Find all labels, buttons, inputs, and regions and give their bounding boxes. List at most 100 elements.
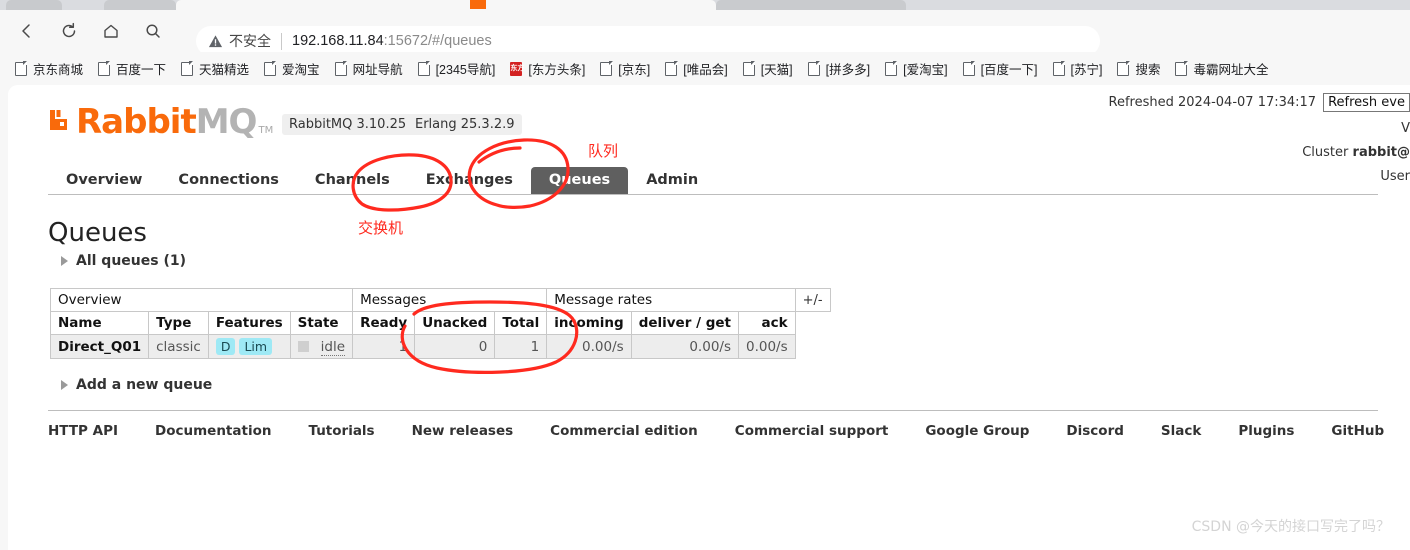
browser-window: 不安全 192.168.11.84:15672/#/queues C (0, 0, 1410, 550)
page-icon (665, 61, 678, 76)
cell-queue-features: D Lim (207, 334, 291, 359)
column-header-ready[interactable]: Ready (352, 311, 416, 335)
bookmark-item[interactable]: 东方 [东方头条] (503, 57, 592, 81)
column-header-features[interactable]: Features (207, 311, 291, 335)
bookmark-label: 天猫精选 (199, 63, 250, 77)
bookmark-label: [唯品会] (683, 63, 728, 77)
bookmark-item[interactable]: [唯品会] (658, 57, 734, 81)
annotation-queue-text: 队列 (588, 142, 619, 160)
queues-table: Overview Messages Message rates +/- Name Type… (49, 288, 831, 359)
page-icon (1117, 61, 1130, 76)
nav-tab-admin[interactable]: Admin (628, 167, 716, 194)
bookmark-item[interactable]: 搜索 (1110, 57, 1167, 81)
bookmark-item[interactable]: [苏宁] (1046, 57, 1110, 81)
browser-tab[interactable] (104, 0, 176, 10)
annotation-exchange-text: 交换机 (358, 219, 404, 237)
bookmark-item[interactable]: [拼多多] (801, 57, 877, 81)
bookmark-label: [2345导航] (435, 63, 496, 77)
all-queues-label: All queues (1) (76, 253, 186, 269)
csdn-watermark: CSDN @今天的接口写完了吗？ (1191, 519, 1390, 535)
page-title: Queues (48, 218, 147, 248)
feature-badge: Lim (239, 338, 273, 355)
rabbitmq-logo-mark (48, 107, 74, 133)
nav-tab-exchanges[interactable]: Exchanges (408, 167, 531, 194)
logo-tm: TM (258, 125, 274, 136)
bookmark-label: [东方头条] (528, 63, 586, 77)
page-icon (1175, 61, 1188, 76)
cluster-name: rabbit@ (1352, 145, 1410, 160)
bookmark-item[interactable]: [百度一下] (956, 57, 1045, 81)
browser-toolbar: 不安全 192.168.11.84:15672/#/queues C (0, 10, 1410, 56)
table-group-header: Message rates (546, 288, 796, 312)
footer-link-new-releases[interactable]: New releases (412, 423, 514, 439)
footer-link-google-group[interactable]: Google Group (925, 423, 1029, 439)
reload-button[interactable] (56, 18, 82, 44)
bookmark-item[interactable]: 爱淘宝 (257, 57, 327, 81)
footer-link-documentation[interactable]: Documentation (155, 423, 271, 439)
spacer-cell (795, 312, 830, 335)
bookmark-item[interactable]: [2345导航] (411, 57, 503, 81)
search-icon[interactable] (140, 18, 166, 44)
back-button[interactable] (14, 18, 40, 44)
site-favicon: 东方 (510, 61, 524, 76)
bookmark-item[interactable]: [京东] (593, 57, 657, 81)
nav-tab-connections[interactable]: Connections (160, 167, 297, 194)
browser-tab-strip[interactable] (0, 0, 1410, 10)
column-header-ack[interactable]: ack (737, 311, 796, 335)
footer-link-github[interactable]: GitHub (1331, 423, 1384, 439)
bookmark-label: 京东商城 (33, 63, 84, 77)
all-queues-collapser[interactable]: All queues (1) (61, 253, 186, 269)
bookmark-item[interactable]: [天猫] (736, 57, 800, 81)
cell-queue-name[interactable]: Direct_Q01 (49, 334, 150, 359)
footer-link-http-api[interactable]: HTTP API (48, 423, 118, 439)
nav-tab-queues[interactable]: Queues (530, 167, 629, 194)
bookmark-item[interactable]: 毒霸网址大全 (1168, 57, 1275, 81)
page-icon (742, 61, 756, 76)
column-header-name[interactable]: Name (49, 311, 150, 335)
state-label: idle (320, 338, 346, 356)
cell-messages-ready: 1 (352, 334, 416, 359)
logo-text-bold: Rabbit (76, 102, 197, 142)
refresh-interval-select[interactable]: Refresh eve (1323, 93, 1410, 112)
cell-messages-total: 1 (494, 334, 548, 359)
bookmark-item[interactable]: 天猫精选 (174, 57, 256, 81)
home-button[interactable] (98, 18, 124, 44)
table-group-header-row: Overview Messages Message rates +/- (49, 288, 831, 312)
version-badge-rabbitmq: RabbitMQ 3.10.25 (282, 114, 414, 135)
column-header-incoming[interactable]: incoming (546, 311, 632, 335)
bookmark-label: [京东] (618, 63, 651, 77)
tab-favicon (470, 0, 486, 9)
column-header-total[interactable]: Total (494, 311, 548, 335)
column-header-unacked[interactable]: Unacked (414, 311, 496, 335)
rabbitmq-logo[interactable]: RabbitMQ TM (48, 105, 273, 139)
table-group-header: Messages (352, 288, 548, 312)
browser-tab[interactable] (716, 0, 906, 10)
virtual-host-row[interactable]: V (1070, 121, 1410, 136)
footer-link-commercial-support[interactable]: Commercial support (735, 423, 889, 439)
rabbitmq-management-page: RabbitMQ TM RabbitMQ 3.10.25 Erlang 25.3… (8, 85, 1410, 550)
footer-link-tutorials[interactable]: Tutorials (308, 423, 374, 439)
cell-messages-unacked: 0 (414, 334, 496, 359)
nav-tab-channels[interactable]: Channels (297, 167, 408, 194)
state-indicator-box (297, 341, 309, 352)
bookmark-label: [拼多多] (825, 63, 871, 77)
column-header-type[interactable]: Type (148, 311, 209, 335)
column-header-deliver-get[interactable]: deliver / get (630, 311, 739, 335)
add-queue-collapser[interactable]: Add a new queue (61, 377, 212, 393)
footer-link-plugins[interactable]: Plugins (1238, 423, 1294, 439)
security-label: 不安全 (229, 33, 271, 49)
nav-tab-overview[interactable]: Overview (48, 167, 160, 194)
footer-link-discord[interactable]: Discord (1066, 423, 1123, 439)
footer-link-slack[interactable]: Slack (1161, 423, 1201, 439)
bookmark-item[interactable]: 百度一下 (91, 57, 173, 81)
bookmark-item[interactable]: 京东商城 (8, 57, 90, 81)
browser-tab[interactable] (6, 0, 62, 10)
address-bar-url: 192.168.11.84:15672/#/queues (292, 33, 492, 49)
column-toggle-button[interactable]: +/- (794, 288, 831, 312)
browser-tab-active[interactable] (176, 0, 716, 10)
footer-link-commercial-edition[interactable]: Commercial edition (550, 423, 698, 439)
column-header-state[interactable]: State (289, 311, 354, 335)
bookmark-item[interactable]: [爱淘宝] (878, 57, 954, 81)
bookmark-item[interactable]: 网址导航 (328, 57, 410, 81)
table-row[interactable]: Direct_Q01 classic D Lim idle 1 0 1 0.00/s 0.00/s… (49, 334, 831, 359)
